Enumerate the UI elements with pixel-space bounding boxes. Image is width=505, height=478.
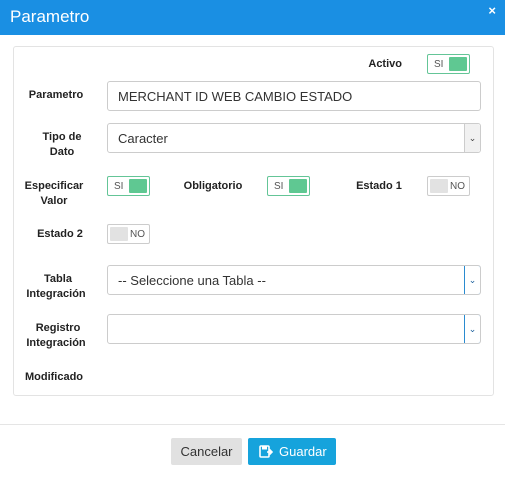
modificado-label: Modificado xyxy=(24,371,84,383)
cancel-button[interactable]: Cancelar xyxy=(171,438,242,465)
registro-integracion-select[interactable]: ⌄ xyxy=(107,314,481,344)
tabla-integracion-value: -- Seleccione una Tabla -- xyxy=(118,273,266,288)
save-button[interactable]: Guardar xyxy=(248,438,336,465)
activo-label: Activo xyxy=(368,58,402,70)
close-icon[interactable]: × xyxy=(488,4,496,18)
footer-divider xyxy=(0,424,505,425)
especificar-valor-label-line1: Especificar xyxy=(24,180,84,192)
toggle-knob xyxy=(449,57,467,71)
tabla-integracion-select[interactable]: -- Seleccione una Tabla -- ⌄ xyxy=(107,265,481,295)
toggle-knob xyxy=(110,227,128,241)
form-panel: Activo SI Parametro MERCHANT ID WEB CAMB… xyxy=(13,46,494,396)
parametro-input[interactable]: MERCHANT ID WEB CAMBIO ESTADO xyxy=(107,81,481,111)
tabla-integracion-label-line2: Integración xyxy=(26,288,86,300)
tipo-dato-label-line2: Dato xyxy=(49,146,75,158)
estado2-toggle-text: NO xyxy=(130,229,145,240)
registro-integracion-label-line2: Integración xyxy=(26,337,86,349)
dialog-header: Parametro × xyxy=(0,0,505,35)
obligatorio-toggle-text: SI xyxy=(274,181,284,192)
tipo-dato-value: Caracter xyxy=(118,131,168,146)
chevron-down-icon: ⌄ xyxy=(464,124,480,152)
especificar-valor-toggle-text: SI xyxy=(114,181,124,192)
activo-toggle-text: SI xyxy=(434,59,444,70)
estado1-toggle[interactable]: NO xyxy=(427,176,470,196)
registro-integracion-label-line1: Registro xyxy=(35,322,81,334)
especificar-valor-label-line2: Valor xyxy=(40,195,68,207)
chevron-down-icon: ⌄ xyxy=(464,266,480,294)
activo-toggle[interactable]: SI xyxy=(427,54,470,74)
toggle-knob xyxy=(129,179,147,193)
toggle-knob xyxy=(289,179,307,193)
tabla-integracion-label-line1: Tabla xyxy=(44,273,72,285)
save-button-label: Guardar xyxy=(279,444,327,459)
estado2-label: Estado 2 xyxy=(37,228,83,240)
estado1-label: Estado 1 xyxy=(356,180,402,192)
dialog-title: Parametro xyxy=(10,7,90,26)
especificar-valor-toggle[interactable]: SI xyxy=(107,176,150,196)
save-icon xyxy=(259,445,273,458)
tipo-dato-label-line1: Tipo de xyxy=(42,131,82,143)
parametro-label: Parametro xyxy=(28,89,84,101)
toggle-knob xyxy=(430,179,448,193)
tipo-dato-select[interactable]: Caracter ⌄ xyxy=(107,123,481,153)
obligatorio-toggle[interactable]: SI xyxy=(267,176,310,196)
obligatorio-label: Obligatorio xyxy=(183,180,243,192)
chevron-down-icon: ⌄ xyxy=(464,315,480,343)
estado2-toggle[interactable]: NO xyxy=(107,224,150,244)
estado1-toggle-text: NO xyxy=(450,181,465,192)
